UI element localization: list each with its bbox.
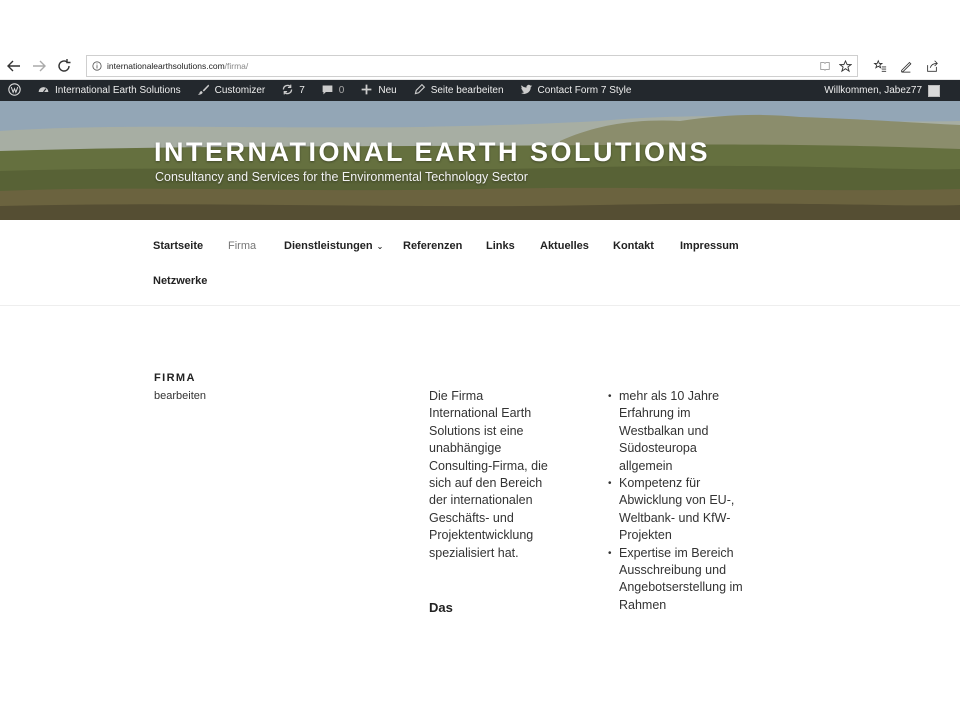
edit-link[interactable]: bearbeiten	[154, 390, 206, 402]
forward-icon[interactable]	[29, 56, 49, 76]
address-bar[interactable]: internationalearthsolutions.com/firma/	[86, 55, 858, 77]
url-text: internationalearthsolutions.com/firma/	[107, 61, 248, 71]
edit-page-label: Seite bearbeiten	[430, 85, 504, 96]
updates-count: 7	[299, 85, 305, 96]
chevron-down-icon: ⌄	[376, 242, 384, 251]
features-list: mehr als 10 Jahre Erfahrung im Westbalka…	[608, 388, 743, 614]
wp-admin-bar: International Earth Solutions Customizer…	[0, 80, 960, 101]
plus-icon	[360, 83, 373, 99]
account-menu[interactable]: Willkommen, Jabez77	[824, 84, 960, 97]
new-label: Neu	[378, 85, 397, 96]
comments-link[interactable]: 0	[313, 80, 353, 101]
share-icon[interactable]	[922, 56, 942, 76]
site-title[interactable]: INTERNATIONAL EARTH SOLUTIONS	[154, 137, 710, 168]
nav-item-dienstleistungen-label: Dienstleistungen	[284, 240, 373, 252]
site-name-menu[interactable]: International Earth Solutions	[29, 80, 189, 101]
nav-item-referenzen[interactable]: Referenzen	[403, 240, 462, 252]
pencil-icon	[413, 83, 426, 99]
site-name-label: International Earth Solutions	[55, 85, 181, 96]
contact-form-style-link[interactable]: Contact Form 7 Style	[512, 80, 640, 101]
nav-item-kontakt[interactable]: Kontakt	[613, 240, 654, 252]
intro-paragraph: Die Firma International Earth Solutions …	[429, 389, 548, 560]
wordpress-logo-menu[interactable]	[0, 80, 29, 101]
site-header-image: INTERNATIONAL EARTH SOLUTIONS Consultanc…	[0, 101, 960, 220]
url-path: /firma/	[224, 61, 249, 71]
avatar	[928, 84, 940, 97]
comments-count: 0	[338, 85, 345, 96]
favorites-hub-icon[interactable]	[870, 56, 890, 76]
refresh-icon[interactable]	[54, 56, 74, 76]
welcome-label: Willkommen, Jabez77	[824, 85, 922, 96]
new-content-menu[interactable]: Neu	[352, 80, 404, 101]
favorite-star-icon[interactable]	[837, 58, 853, 74]
updates-icon	[281, 83, 294, 99]
reading-view-icon[interactable]	[817, 58, 833, 74]
back-icon[interactable]	[4, 56, 24, 76]
comment-icon	[321, 83, 334, 99]
main-navigation: Startseite Firma Dienstleistungen ⌄ Refer…	[0, 220, 960, 306]
list-item: Expertise im Bereich Ausschreibung und A…	[608, 545, 743, 615]
nav-item-aktuelles[interactable]: Aktuelles	[540, 240, 589, 252]
dashboard-icon	[37, 83, 50, 99]
nav-item-startseite[interactable]: Startseite	[153, 240, 203, 252]
section-heading: Das	[429, 600, 453, 615]
brush-icon	[197, 83, 210, 99]
contact-form-style-label: Contact Form 7 Style	[537, 85, 632, 96]
url-domain: internationalearthsolutions.com	[107, 61, 225, 71]
pen-note-icon[interactable]	[896, 56, 916, 76]
updates-link[interactable]: 7	[273, 80, 313, 101]
customizer-link[interactable]: Customizer	[189, 80, 274, 101]
list-item: mehr als 10 Jahre Erfahrung im Westbalka…	[608, 388, 743, 475]
twitter-bird-icon	[520, 83, 533, 99]
nav-item-links[interactable]: Links	[486, 240, 515, 252]
edit-page-link[interactable]: Seite bearbeiten	[405, 80, 512, 101]
info-icon[interactable]	[87, 61, 107, 71]
browser-toolbar: internationalearthsolutions.com/firma/	[0, 52, 960, 80]
page-title: FIRMA	[154, 372, 196, 384]
site-description: Consultancy and Services for the Environ…	[155, 170, 528, 184]
list-item: Kompetenz für Abwicklung von EU-, Weltba…	[608, 475, 743, 545]
customizer-label: Customizer	[214, 85, 266, 96]
nav-item-dienstleistungen[interactable]: Dienstleistungen ⌄	[284, 240, 383, 252]
wordpress-logo-icon	[8, 82, 21, 99]
nav-item-firma[interactable]: Firma	[228, 240, 256, 252]
nav-item-impressum[interactable]: Impressum	[680, 240, 739, 252]
nav-item-netzwerke[interactable]: Netzwerke	[153, 275, 207, 287]
